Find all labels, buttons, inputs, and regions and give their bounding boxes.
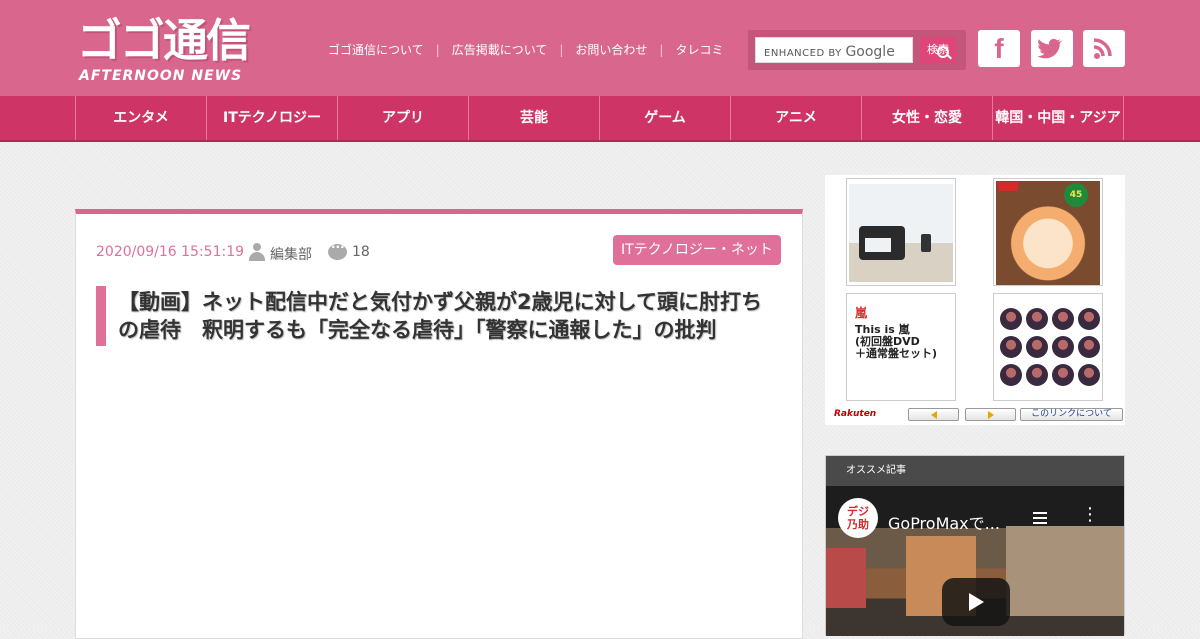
- ad-tile-sewing-machine[interactable]: [846, 178, 956, 286]
- nav-item-apps[interactable]: アプリ: [337, 96, 468, 140]
- character-badge: [1078, 308, 1100, 330]
- article-card: 2020/09/16 15:51:19 編集部 18 ITテクノロジー・ネット …: [75, 209, 803, 639]
- nav-item-women-love[interactable]: 女性・恋愛: [861, 96, 992, 140]
- rss-button[interactable]: [1083, 30, 1125, 67]
- video-title[interactable]: GoProMaxで...: [888, 510, 1000, 534]
- comment-count: 18: [352, 244, 370, 260]
- channel-logo[interactable]: デジ 乃助: [838, 498, 878, 538]
- user-icon: [248, 243, 266, 261]
- search-button[interactable]: 検索: [920, 37, 956, 63]
- header-link-about[interactable]: ゴゴ通信について: [328, 43, 424, 57]
- nav-item-entame[interactable]: エンタメ: [75, 96, 206, 140]
- link-separator: |: [559, 43, 564, 57]
- video-embed[interactable]: デジ 乃助 GoProMaxで...: [826, 486, 1124, 636]
- nav-item-it-technology[interactable]: ITテクノロジー: [206, 96, 337, 140]
- logo-sub-text: AFTERNOON NEWS: [79, 68, 243, 84]
- search-google-label: Google: [845, 44, 895, 60]
- character-badge: [1052, 336, 1074, 358]
- header-link-tip[interactable]: タレコミ: [675, 43, 723, 57]
- character-badge: [1078, 364, 1100, 386]
- header-link-contact[interactable]: お問い合わせ: [575, 43, 647, 57]
- nav-item-anime[interactable]: アニメ: [730, 96, 861, 140]
- character-badge: [1026, 336, 1048, 358]
- queue-icon[interactable]: [1033, 512, 1047, 524]
- comment-bubble-icon: [328, 240, 347, 260]
- arrow-left-icon: [931, 411, 937, 419]
- facebook-button[interactable]: f: [978, 30, 1020, 67]
- phone-icon: [921, 234, 931, 252]
- rakuten-logo[interactable]: Rakuten: [834, 409, 876, 419]
- recommended-widget: オススメ記事 デジ 乃助 GoProMaxで...: [825, 455, 1125, 636]
- character-badge: [1000, 308, 1022, 330]
- character-badge: [1078, 336, 1100, 358]
- search-input[interactable]: ENHANCED BY Google: [755, 37, 913, 63]
- ad-tile-badges[interactable]: [993, 293, 1103, 401]
- sewing-machine-icon: [859, 226, 905, 260]
- search-icon: [937, 46, 949, 58]
- arashi-name: 嵐: [855, 306, 868, 320]
- more-options-icon[interactable]: [1081, 504, 1099, 526]
- arrow-right-icon: [988, 411, 994, 419]
- main-nav: エンタメ ITテクノロジー アプリ 芸能 ゲーム アニメ 女性・恋愛 韓国・中国…: [0, 96, 1200, 142]
- character-badge: [1026, 308, 1048, 330]
- rss-icon: [1093, 38, 1112, 59]
- recommended-header: オススメ記事: [826, 456, 1124, 486]
- play-button[interactable]: [942, 578, 1010, 626]
- sushi-badge: 45: [1064, 183, 1088, 207]
- shop-sign-icon: [998, 182, 1018, 191]
- header-links: ゴゴ通信について | 広告掲載について | お問い合わせ | タレコミ: [328, 41, 723, 58]
- nav-item-games[interactable]: ゲーム: [599, 96, 730, 140]
- search-enhanced-label: ENHANCED BY: [764, 48, 842, 59]
- nav-item-geinou[interactable]: 芸能: [468, 96, 599, 140]
- logo-main-text: ゴゴ通信: [77, 14, 251, 67]
- nav-item-asia[interactable]: 韓国・中国・アジア: [992, 96, 1124, 140]
- category-badge[interactable]: ITテクノロジー・ネット: [613, 235, 781, 265]
- character-badge: [1000, 336, 1022, 358]
- link-separator: |: [435, 43, 440, 57]
- header-link-advertise[interactable]: 広告掲載について: [452, 43, 548, 57]
- character-badge: [1026, 364, 1048, 386]
- link-separator: |: [659, 43, 664, 57]
- video-scene: [1006, 526, 1124, 616]
- channel-name: デジ 乃助: [847, 505, 869, 531]
- character-badge: [1052, 308, 1074, 330]
- video-scene: [826, 548, 866, 608]
- ad-prev-button[interactable]: [908, 408, 959, 421]
- twitter-button[interactable]: [1031, 30, 1073, 67]
- character-badge: [1052, 364, 1074, 386]
- article-date: 2020/09/16 15:51:19: [96, 244, 245, 260]
- article-title: 【動画】ネット配信中だと気付かず父親が2歳児に対して頭に肘打ちの虐待 釈明するも…: [118, 290, 762, 342]
- search-box: ENHANCED BY Google 検索: [748, 30, 966, 70]
- site-logo[interactable]: ゴゴ通信 AFTERNOON NEWS: [77, 16, 309, 88]
- ad-tile-sushi[interactable]: 45: [993, 178, 1103, 286]
- article-title-block: 【動画】ネット配信中だと気付かず父親が2歳児に対して頭に肘打ちの虐待 釈明するも…: [96, 286, 776, 346]
- sewing-machine-image: [849, 184, 953, 282]
- character-badge: [1000, 364, 1022, 386]
- twitter-icon: [1037, 38, 1063, 59]
- site-header: ゴゴ通信 AFTERNOON NEWS ゴゴ通信について | 広告掲載について | お問…: [0, 0, 1200, 96]
- rakuten-ad: 45 嵐 This is 嵐 (初回盤DVD ＋通常盤セット) Rakuten …: [825, 175, 1125, 425]
- ad-tile-arashi[interactable]: 嵐 This is 嵐 (初回盤DVD ＋通常盤セット): [846, 293, 956, 401]
- facebook-icon: f: [994, 33, 1004, 64]
- author-name: 編集部: [270, 247, 312, 263]
- arashi-product-text: This is 嵐 (初回盤DVD ＋通常盤セット): [855, 323, 938, 360]
- ad-next-button[interactable]: [965, 408, 1016, 421]
- ad-about-link[interactable]: このリンクについて: [1020, 408, 1123, 421]
